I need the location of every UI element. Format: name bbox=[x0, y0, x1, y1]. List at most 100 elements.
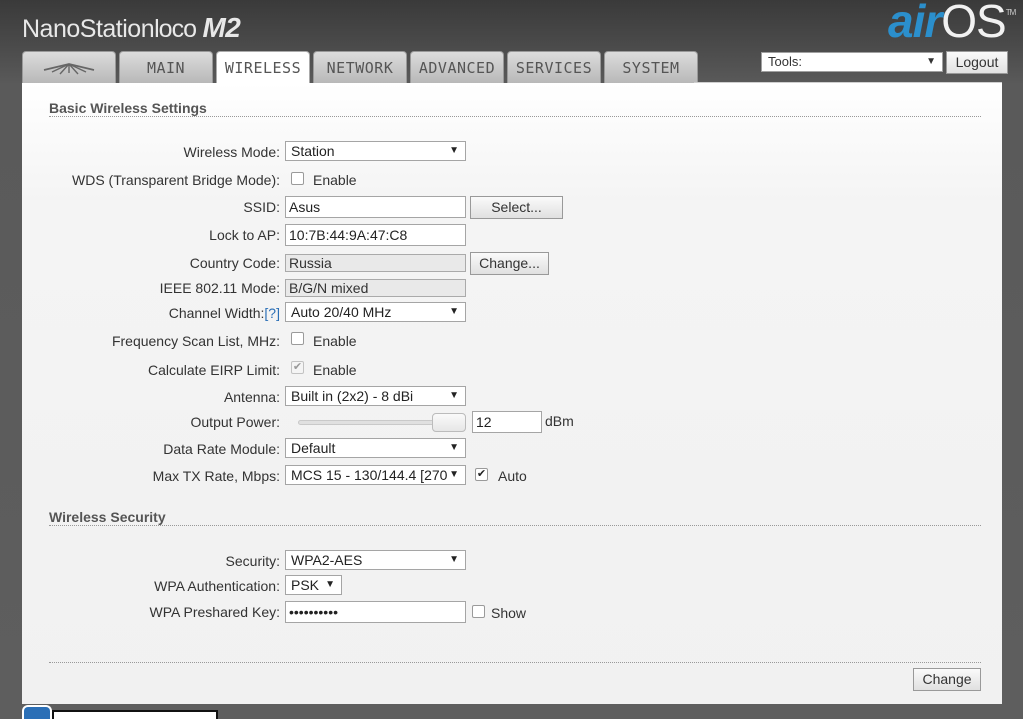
basic-section-title: Basic Wireless Settings bbox=[49, 100, 207, 116]
psk-show-checkbox[interactable] bbox=[472, 605, 485, 618]
section-divider bbox=[49, 116, 981, 117]
row-ssid: SSID: Asus Select... bbox=[22, 196, 1002, 220]
freq-scan-checkbox[interactable] bbox=[291, 332, 304, 345]
max-tx-select[interactable]: MCS 15 - 130/144.4 [270 ▼ bbox=[285, 465, 466, 485]
row-data-rate: Data Rate Module: Default ▼ bbox=[22, 438, 1002, 462]
channel-width-help-link[interactable]: [?] bbox=[264, 305, 280, 321]
section-divider bbox=[49, 525, 981, 526]
max-tx-value: MCS 15 - 130/144.4 [270 bbox=[291, 467, 448, 483]
brand-loco: loco bbox=[154, 15, 197, 43]
main-tabs: MAIN WIRELESS NETWORK ADVANCED SERVICES … bbox=[22, 51, 701, 84]
row-ieee: IEEE 802.11 Mode: B/G/N mixed bbox=[22, 277, 1002, 301]
tab-wireless[interactable]: WIRELESS bbox=[216, 51, 310, 84]
output-power-slider-track[interactable] bbox=[298, 420, 448, 425]
country-value: Russia bbox=[285, 254, 466, 272]
shield-icon bbox=[22, 705, 52, 719]
max-tx-label: Max TX Rate, Mbps: bbox=[152, 468, 280, 484]
data-rate-select[interactable]: Default ▼ bbox=[285, 438, 466, 458]
channel-width-value: Auto 20/40 MHz bbox=[291, 304, 392, 320]
row-security: Security: WPA2-AES ▼ bbox=[22, 550, 1002, 574]
country-label: Country Code: bbox=[189, 255, 280, 271]
psk-label: WPA Preshared Key: bbox=[149, 604, 280, 620]
antenna-label: Antenna: bbox=[223, 389, 280, 405]
max-tx-auto-text: Auto bbox=[498, 468, 527, 484]
chevron-down-icon: ▼ bbox=[449, 554, 459, 565]
eirp-label: Calculate EIRP Limit: bbox=[147, 362, 280, 378]
output-power-label: Output Power: bbox=[190, 414, 281, 430]
channel-width-label-text: Channel Width: bbox=[168, 305, 265, 321]
wds-enable-text: Enable bbox=[313, 172, 357, 188]
chevron-down-icon: ▼ bbox=[926, 56, 936, 67]
wds-checkbox[interactable] bbox=[291, 172, 304, 185]
security-section-title: Wireless Security bbox=[49, 509, 166, 525]
ssid-label: SSID: bbox=[243, 199, 280, 215]
device-title: NanoStationloco M2 bbox=[22, 12, 241, 44]
logout-button[interactable]: Logout bbox=[946, 51, 1008, 74]
logo-air: air bbox=[888, 0, 942, 47]
wpa-auth-label: WPA Authentication: bbox=[154, 578, 280, 594]
security-select[interactable]: WPA2-AES ▼ bbox=[285, 550, 466, 570]
row-psk: WPA Preshared Key: •••••••••• Show bbox=[22, 601, 1002, 625]
tab-advanced[interactable]: ADVANCED bbox=[410, 51, 504, 83]
row-eirp: Calculate EIRP Limit: ✔ Enable bbox=[22, 359, 1002, 383]
output-power-slider-handle[interactable] bbox=[432, 413, 466, 432]
lock-ap-input[interactable]: 10:7B:44:9A:47:C8 bbox=[285, 224, 466, 246]
row-country: Country Code: Russia Change... bbox=[22, 252, 1002, 276]
tools-select-value: Tools: bbox=[768, 54, 802, 69]
output-power-unit: dBm bbox=[545, 413, 574, 429]
change-button[interactable]: Change bbox=[913, 668, 981, 691]
wds-label: WDS (Transparent Bridge Mode): bbox=[72, 172, 280, 188]
ssid-input[interactable]: Asus bbox=[285, 196, 466, 218]
wpa-auth-select[interactable]: PSK ▼ bbox=[285, 575, 342, 595]
tools-select[interactable]: Tools: ▼ bbox=[761, 52, 943, 72]
row-antenna: Antenna: Built in (2x2) - 8 dBi ▼ bbox=[22, 386, 1002, 410]
footer-badge bbox=[52, 710, 218, 719]
tab-ubiquiti-logo[interactable] bbox=[22, 51, 116, 83]
row-wpa-auth: WPA Authentication: PSK ▼ bbox=[22, 575, 1002, 599]
chevron-down-icon: ▼ bbox=[449, 145, 459, 156]
wireless-mode-select[interactable]: Station ▼ bbox=[285, 141, 466, 161]
antenna-value: Built in (2x2) - 8 dBi bbox=[291, 388, 414, 404]
freq-scan-enable-text: Enable bbox=[313, 333, 357, 349]
antenna-select[interactable]: Built in (2x2) - 8 dBi ▼ bbox=[285, 386, 466, 406]
brand-main: NanoStation bbox=[22, 15, 155, 43]
logo-tm: TM bbox=[1005, 8, 1017, 17]
channel-width-label: Channel Width:[?] bbox=[169, 305, 280, 321]
tab-network[interactable]: NETWORK bbox=[313, 51, 407, 83]
wpa-auth-value: PSK bbox=[291, 577, 320, 593]
tab-system[interactable]: SYSTEM bbox=[604, 51, 698, 83]
security-label: Security: bbox=[225, 553, 280, 569]
max-tx-auto-checkbox[interactable]: ✔ bbox=[475, 468, 488, 481]
ubiquiti-logo-icon bbox=[43, 62, 95, 74]
psk-input[interactable]: •••••••••• bbox=[285, 601, 466, 623]
wireless-mode-value: Station bbox=[291, 143, 335, 159]
channel-width-select[interactable]: Auto 20/40 MHz ▼ bbox=[285, 302, 466, 322]
footer-divider bbox=[49, 662, 981, 663]
eirp-checkbox[interactable]: ✔ bbox=[291, 361, 304, 374]
ieee-value: B/G/N mixed bbox=[285, 279, 466, 297]
tab-main[interactable]: MAIN bbox=[119, 51, 213, 83]
chevron-down-icon: ▼ bbox=[449, 306, 459, 317]
airos-logo: airOSTM bbox=[888, 0, 1017, 48]
row-max-tx: Max TX Rate, Mbps: MCS 15 - 130/144.4 [2… bbox=[22, 465, 1002, 489]
row-lock-ap: Lock to AP: 10:7B:44:9A:47:C8 bbox=[22, 224, 1002, 248]
eirp-enable-text: Enable bbox=[313, 362, 357, 378]
row-freq-scan: Frequency Scan List, MHz: Enable bbox=[22, 330, 1002, 354]
chevron-down-icon: ▼ bbox=[449, 442, 459, 453]
chevron-down-icon: ▼ bbox=[449, 390, 459, 401]
row-output-power: Output Power: 12 dBm bbox=[22, 411, 1002, 435]
output-power-input[interactable]: 12 bbox=[472, 411, 542, 433]
data-rate-value: Default bbox=[291, 440, 336, 456]
freq-scan-label: Frequency Scan List, MHz: bbox=[111, 333, 280, 349]
logo-os: OS bbox=[941, 0, 1006, 47]
psk-show-text: Show bbox=[491, 605, 527, 621]
wireless-mode-label: Wireless Mode: bbox=[183, 144, 280, 160]
row-wireless-mode: Wireless Mode: Station ▼ bbox=[22, 141, 1002, 165]
chevron-down-icon: ▼ bbox=[325, 579, 335, 590]
row-channel-width: Channel Width:[?] Auto 20/40 MHz ▼ bbox=[22, 302, 1002, 326]
country-change-button[interactable]: Change... bbox=[470, 252, 549, 275]
tab-services[interactable]: SERVICES bbox=[507, 51, 601, 83]
security-value: WPA2-AES bbox=[291, 552, 363, 568]
lock-ap-label: Lock to AP: bbox=[209, 227, 280, 243]
ssid-select-button[interactable]: Select... bbox=[470, 196, 563, 219]
